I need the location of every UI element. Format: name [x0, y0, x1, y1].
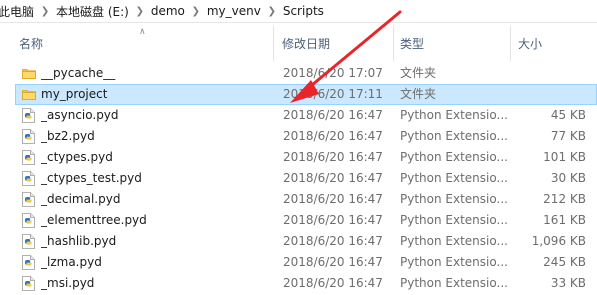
file-date-modified: 2018/6/20 16:47 — [283, 234, 383, 248]
file-date-modified: 2018/6/20 17:11 — [283, 87, 383, 101]
file-size — [510, 63, 586, 84]
file-row[interactable]: _hashlib.pyd 2018/6/20 16:47 Python Exte… — [0, 231, 597, 252]
file-row[interactable]: _bz2.pyd 2018/6/20 16:47 Python Extensio… — [0, 126, 597, 147]
file-name: _hashlib.pyd — [41, 234, 117, 248]
file-row[interactable]: my_project 2018/6/20 17:11 文件夹 — [0, 84, 597, 105]
column-header-date[interactable]: 修改日期 — [282, 26, 392, 61]
file-name: _bz2.pyd — [41, 129, 95, 143]
file-row[interactable]: _decimal.pyd 2018/6/20 16:47 Python Exte… — [0, 189, 597, 210]
file-date-modified: 2018/6/20 16:47 — [283, 192, 383, 206]
breadcrumb-demo[interactable]: demo — [149, 4, 187, 18]
column-header: 名称 ∧ 修改日期 类型 大小 — [0, 26, 597, 61]
column-header-size[interactable]: 大小 — [518, 26, 588, 61]
file-name: _decimal.pyd — [41, 192, 121, 206]
file-type: Python Extensio... — [400, 129, 508, 143]
file-date-modified: 2018/6/20 17:07 — [283, 66, 383, 80]
file-date-modified: 2018/6/20 16:47 — [283, 255, 383, 269]
file-date-modified: 2018/6/20 16:47 — [283, 108, 383, 122]
column-header-name-label: 名称 — [19, 37, 44, 51]
column-divider[interactable] — [393, 26, 394, 61]
file-size: 1,096 KB — [531, 234, 586, 248]
file-name: _ctypes.pyd — [41, 150, 113, 164]
file-name: my_project — [41, 87, 108, 101]
file-type: Python Extensio... — [400, 171, 508, 185]
column-divider[interactable] — [510, 26, 511, 61]
file-row[interactable]: _msi.pyd 2018/6/20 16:47 Python Extensio… — [0, 273, 597, 294]
file-type: 文件夹 — [400, 66, 437, 80]
file-row[interactable]: _elementtree.pyd 2018/6/20 16:47 Python … — [0, 210, 597, 231]
file-type: Python Extensio... — [400, 276, 508, 290]
chevron-right-icon[interactable]: ❯ — [263, 6, 281, 17]
breadcrumb: 此电脑 ❯ 本地磁盘 (E:) ❯ demo ❯ my_venv ❯ Scrip… — [0, 0, 597, 23]
chevron-right-icon[interactable]: ❯ — [36, 6, 54, 17]
file-date-modified: 2018/6/20 16:47 — [283, 129, 383, 143]
file-row[interactable]: __pycache__ 2018/6/20 17:07 文件夹 — [0, 63, 597, 84]
file-row[interactable]: _ctypes_test.pyd 2018/6/20 16:47 Python … — [0, 168, 597, 189]
file-type: Python Extensio... — [400, 150, 508, 164]
file-type: Python Extensio... — [400, 234, 508, 248]
file-type: 文件夹 — [400, 87, 437, 101]
file-name: _ctypes_test.pyd — [41, 171, 142, 185]
file-type: Python Extensio... — [400, 108, 508, 122]
breadcrumb-scripts[interactable]: Scripts — [281, 4, 326, 18]
column-divider[interactable] — [273, 26, 274, 61]
column-header-size-label: 大小 — [518, 37, 543, 51]
chevron-right-icon[interactable]: ❯ — [131, 6, 149, 17]
breadcrumb-drive-e[interactable]: 本地磁盘 (E:) — [54, 3, 131, 20]
file-name: _msi.pyd — [41, 276, 95, 290]
file-size: 33 KB — [550, 276, 586, 290]
file-name: __pycache__ — [41, 66, 116, 80]
file-date-modified: 2018/6/20 16:47 — [283, 171, 383, 185]
column-header-date-label: 修改日期 — [282, 37, 331, 51]
chevron-right-icon[interactable]: ❯ — [187, 6, 205, 17]
file-size: 161 KB — [543, 213, 586, 227]
file-type: Python Extensio... — [400, 192, 508, 206]
breadcrumb-this-pc[interactable]: 此电脑 — [0, 3, 36, 20]
file-row[interactable]: _ctypes.pyd 2018/6/20 16:47 Python Exten… — [0, 147, 597, 168]
file-name: _lzma.pyd — [41, 255, 102, 269]
file-date-modified: 2018/6/20 16:47 — [283, 150, 383, 164]
column-header-type-label: 类型 — [400, 37, 425, 51]
file-size: 212 KB — [543, 192, 586, 206]
file-size: 45 KB — [550, 108, 586, 122]
file-size: 101 KB — [543, 150, 586, 164]
file-name: _asyncio.pyd — [41, 108, 119, 122]
file-row[interactable]: _asyncio.pyd 2018/6/20 16:47 Python Exte… — [0, 105, 597, 126]
sort-ascending-icon: ∧ — [139, 27, 146, 37]
file-type: Python Extensio... — [400, 255, 508, 269]
file-size: 245 KB — [543, 255, 586, 269]
file-size: 30 KB — [550, 171, 586, 185]
file-size: 77 KB — [550, 129, 586, 143]
file-size — [510, 84, 586, 105]
file-type: Python Extensio... — [400, 213, 508, 227]
file-date-modified: 2018/6/20 16:47 — [283, 213, 383, 227]
breadcrumb-my-venv[interactable]: my_venv — [205, 4, 263, 18]
file-name: _elementtree.pyd — [41, 213, 147, 227]
file-list: __pycache__ 2018/6/20 17:07 文件夹 my_proje… — [0, 63, 597, 294]
column-header-type[interactable]: 类型 — [400, 26, 505, 61]
file-date-modified: 2018/6/20 16:47 — [283, 276, 383, 290]
file-row[interactable]: _lzma.pyd 2018/6/20 16:47 Python Extensi… — [0, 252, 597, 273]
